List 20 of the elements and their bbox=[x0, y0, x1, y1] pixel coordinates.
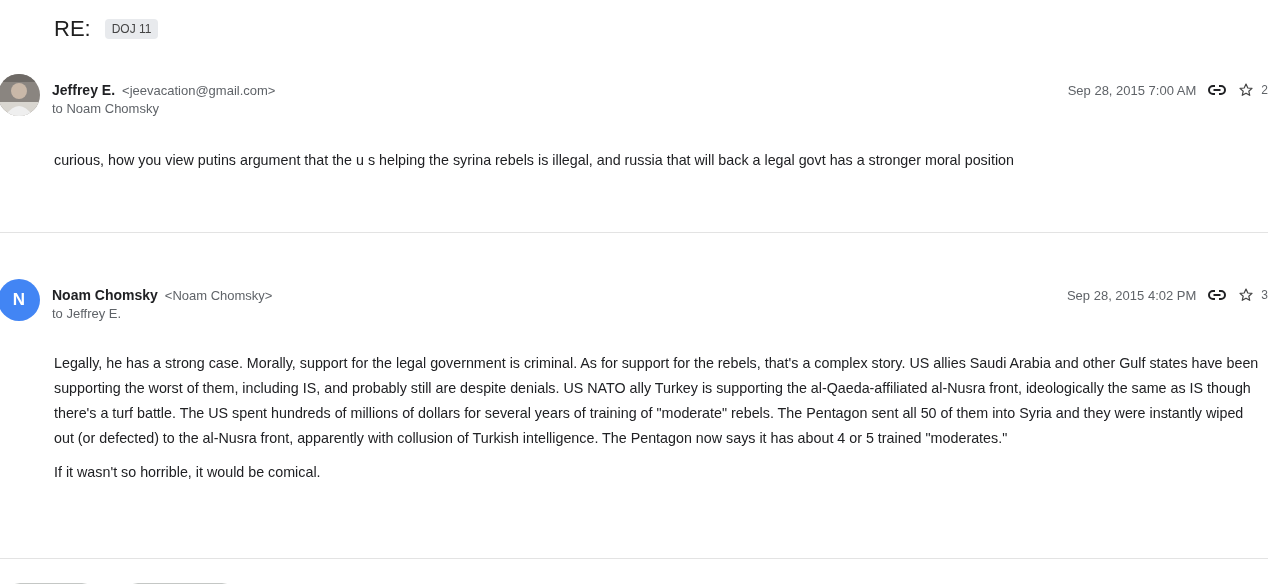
count: 3 bbox=[1261, 288, 1268, 302]
recipient: to Noam Chomsky bbox=[52, 101, 159, 116]
star-icon[interactable] bbox=[1238, 82, 1255, 98]
sender-name: Jeffrey E. bbox=[52, 82, 116, 98]
message-paragraph: curious, how you view putins argument that the u s helping the syrina rebels is illegal, and russia that will back a legal govt has a stronger moral position bbox=[54, 151, 1015, 170]
sender-name: Noam Chomsky bbox=[52, 287, 158, 303]
subject-title: RE: bbox=[54, 16, 91, 42]
recipient: to Jeffrey E. bbox=[52, 306, 122, 321]
sender-address: <jeevacation@gmail.com> bbox=[122, 83, 276, 98]
link-icon[interactable] bbox=[1208, 290, 1227, 300]
sender-address: <Noam Chomsky> bbox=[164, 288, 273, 303]
message-paragraph: If it wasn't so horrible, it would be comical. bbox=[54, 463, 322, 482]
message-paragraph: Legally, he has a strong case. Morally, support for the legal government is criminal. As for support for the rebels, that's a complex story. US allies Saudi Arabia and other Gulf states have been supporting the worst of them, including IS, and probably still are despite denials. US NATO ally Turkey is supporting the al-Qaeda-affiliated al-Nusra front, ideologically the same as IS though there's a turf battle. The US spent hundreds of millions of dollars for several years of training of "moderate" rebels. The Pentagon sent all 50 of them into Syria and they were instantly wiped out (or defected) to the al-Nusra front, apparently with collusion of Turkish intelligence. The Pentagon now says it has about 4 or 5 trained "moderates." bbox=[54, 354, 1260, 448]
star-icon[interactable] bbox=[1238, 287, 1255, 303]
link-icon[interactable] bbox=[1208, 85, 1227, 95]
label-tag[interactable]: DOJ 11 bbox=[104, 19, 159, 39]
avatar: N bbox=[0, 279, 40, 321]
date: Sep 28, 2015 7:00 AM bbox=[1067, 82, 1197, 98]
date: Sep 28, 2015 4:02 PM bbox=[1066, 287, 1197, 303]
count: 2 bbox=[1261, 83, 1268, 97]
